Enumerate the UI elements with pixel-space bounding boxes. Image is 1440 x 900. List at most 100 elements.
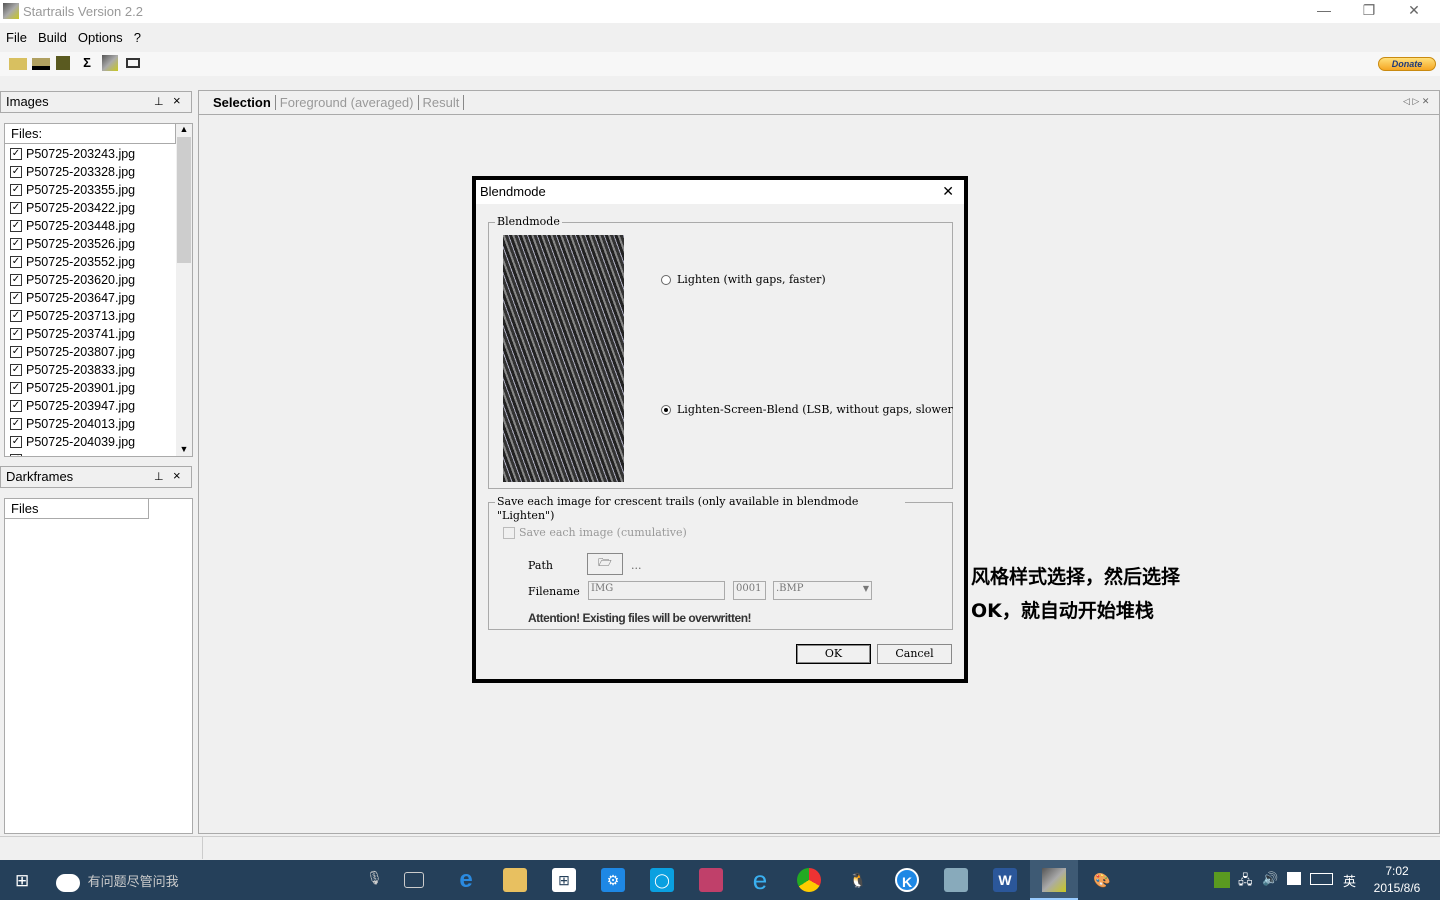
file-list-item[interactable]: ✓ P50725-203947.jpg (5, 397, 192, 415)
store-icon[interactable]: ⊞ (552, 868, 576, 892)
file-list-item[interactable]: ✓ P50725-203807.jpg (5, 343, 192, 361)
clock[interactable]: 7:02 2015/8/6 (1366, 863, 1428, 897)
filename-input[interactable]: IMG (588, 581, 725, 600)
file-list-item[interactable]: ✓ P50725-203901.jpg (5, 379, 192, 397)
cancel-button[interactable]: Cancel (877, 644, 952, 664)
close-icon[interactable]: × (173, 468, 181, 483)
file-list-item[interactable]: ✓ P50725-203552.jpg (5, 253, 192, 271)
file-checkbox[interactable]: ✓ (10, 400, 22, 412)
settings-icon[interactable]: ⚙ (601, 868, 625, 892)
dialog-close-button[interactable]: ✕ (942, 183, 954, 200)
file-checkbox[interactable]: ✓ (10, 148, 22, 160)
scrollbar[interactable]: ▲ ▼ (176, 124, 192, 456)
file-checkbox[interactable]: ✓ (10, 328, 22, 340)
format-select[interactable]: .BMP ▼ (773, 581, 872, 600)
file-checkbox[interactable]: ✓ (10, 454, 22, 456)
file-list-item[interactable]: ✓ P50725-203647.jpg (5, 289, 192, 307)
file-checkbox[interactable]: ✓ (10, 256, 22, 268)
tab-nav-icons[interactable]: ◁ ▷ ✕ (1399, 96, 1433, 107)
qq-icon[interactable]: 🐧 (846, 868, 870, 892)
browse-path-button[interactable]: 🗁 (587, 553, 623, 575)
file-checkbox[interactable]: ✓ (10, 238, 22, 250)
cortana-search[interactable]: 有问题尽管问我 🎙 (48, 860, 388, 900)
file-checkbox[interactable]: ✓ (10, 310, 22, 322)
notification-icon[interactable] (1287, 872, 1301, 885)
pin-icon[interactable]: ⊥ (154, 470, 164, 483)
file-checkbox[interactable]: ✓ (10, 346, 22, 358)
menu-options[interactable]: Options (72, 25, 128, 45)
kugou-icon[interactable]: K (895, 868, 919, 892)
file-list-item[interactable]: ✓ P50725-203526.jpg (5, 235, 192, 253)
menu-file[interactable]: File (0, 25, 32, 45)
option-lsb[interactable]: Lighten-Screen-Blend (LSB, without gaps,… (661, 403, 953, 416)
files-column-header[interactable]: Files (5, 499, 149, 519)
file-list-item[interactable]: ✓ P50725-203448.jpg (5, 217, 192, 235)
file-list-item[interactable]: ✓ P50725-203243.jpg (5, 145, 192, 163)
file-list-item[interactable]: ✓ P50725-203713.jpg (5, 307, 192, 325)
files-column-header[interactable]: Files: (5, 124, 176, 144)
paint-icon[interactable]: 🎨 (1090, 868, 1114, 892)
pin-icon[interactable]: ⊥ (154, 95, 164, 108)
scroll-up-icon[interactable]: ▲ (176, 124, 192, 134)
file-list-item[interactable]: ✓ P50725-203328.jpg (5, 163, 192, 181)
edge-icon[interactable]: e (454, 868, 478, 892)
file-list-item[interactable]: ✓ P50725-204013.jpg (5, 415, 192, 433)
file-checkbox[interactable]: ✓ (10, 184, 22, 196)
task-view-icon[interactable] (404, 872, 424, 888)
file-explorer-icon[interactable] (503, 868, 527, 892)
menu-help[interactable]: ? (128, 25, 146, 45)
file-list-item[interactable]: ✓ P50725-203422.jpg (5, 199, 192, 217)
file-list-item[interactable]: ✓ P50725-204039.jpg (5, 433, 192, 451)
radio-lighten[interactable] (661, 275, 671, 285)
chrome-icon[interactable] (797, 868, 821, 892)
menu-build[interactable]: Build (32, 25, 72, 45)
nvidia-icon[interactable] (1214, 872, 1230, 888)
file-checkbox[interactable]: ✓ (10, 418, 22, 430)
file-list-item[interactable]: ✓ P50725-203833.jpg (5, 361, 192, 379)
radio-lsb[interactable] (661, 405, 671, 415)
open-folder-icon[interactable] (9, 58, 27, 70)
file-checkbox[interactable]: ✓ (10, 382, 22, 394)
restore-button[interactable]: ❐ (1349, 2, 1389, 19)
minimize-button[interactable]: — (1304, 2, 1344, 18)
startrails-taskbar-button[interactable] (1030, 860, 1078, 900)
word-icon[interactable]: W (993, 868, 1017, 892)
save-each-checkbox[interactable]: Save each image (cumulative) (503, 526, 687, 539)
number-input[interactable]: 0001 (733, 581, 766, 600)
app-icon[interactable] (699, 868, 723, 892)
file-list-item[interactable]: ✓ P50725-203355.jpg (5, 181, 192, 199)
tab-foreground[interactable]: Foreground (averaged) (275, 95, 419, 110)
close-button[interactable]: ✕ (1394, 2, 1434, 19)
network-icon[interactable]: 🖧 (1238, 871, 1253, 893)
close-icon[interactable]: × (173, 93, 181, 108)
ie-icon[interactable]: e (748, 867, 772, 893)
file-checkbox[interactable]: ✓ (10, 436, 22, 448)
file-checkbox[interactable]: ✓ (10, 166, 22, 178)
app-icon[interactable]: ◯ (650, 868, 674, 892)
sum-icon[interactable]: Σ (78, 55, 96, 73)
option-lighten[interactable]: Lighten (with gaps, faster) (661, 273, 826, 286)
file-list-item[interactable]: ✓ P50725-203620.jpg (5, 271, 192, 289)
video-icon[interactable] (126, 58, 140, 68)
startrails-icon[interactable] (102, 55, 118, 71)
save-icon[interactable] (56, 56, 70, 70)
file-list-item[interactable]: ✓ P50725-203741.jpg (5, 325, 192, 343)
file-list-item[interactable]: ✓ (5, 451, 192, 456)
tab-result[interactable]: Result (418, 95, 465, 110)
ime-indicator[interactable]: 英 (1343, 871, 1356, 890)
keyboard-icon[interactable] (1310, 873, 1333, 885)
microphone-icon[interactable]: 🎙 (366, 870, 383, 886)
scroll-down-icon[interactable]: ▼ (176, 444, 192, 454)
file-checkbox[interactable]: ✓ (10, 274, 22, 286)
ok-button[interactable]: OK (796, 644, 871, 664)
file-checkbox[interactable]: ✓ (10, 220, 22, 232)
start-windows-icon[interactable]: ⊞ (15, 871, 29, 891)
file-checkbox[interactable]: ✓ (10, 292, 22, 304)
tab-selection[interactable]: Selection (209, 95, 276, 110)
open-multiple-icon[interactable] (32, 58, 50, 70)
scroll-thumb[interactable] (177, 137, 191, 263)
file-checkbox[interactable]: ✓ (10, 364, 22, 376)
file-checkbox[interactable]: ✓ (10, 202, 22, 214)
app-icon[interactable] (944, 868, 968, 892)
donate-button[interactable]: Donate (1378, 57, 1436, 71)
